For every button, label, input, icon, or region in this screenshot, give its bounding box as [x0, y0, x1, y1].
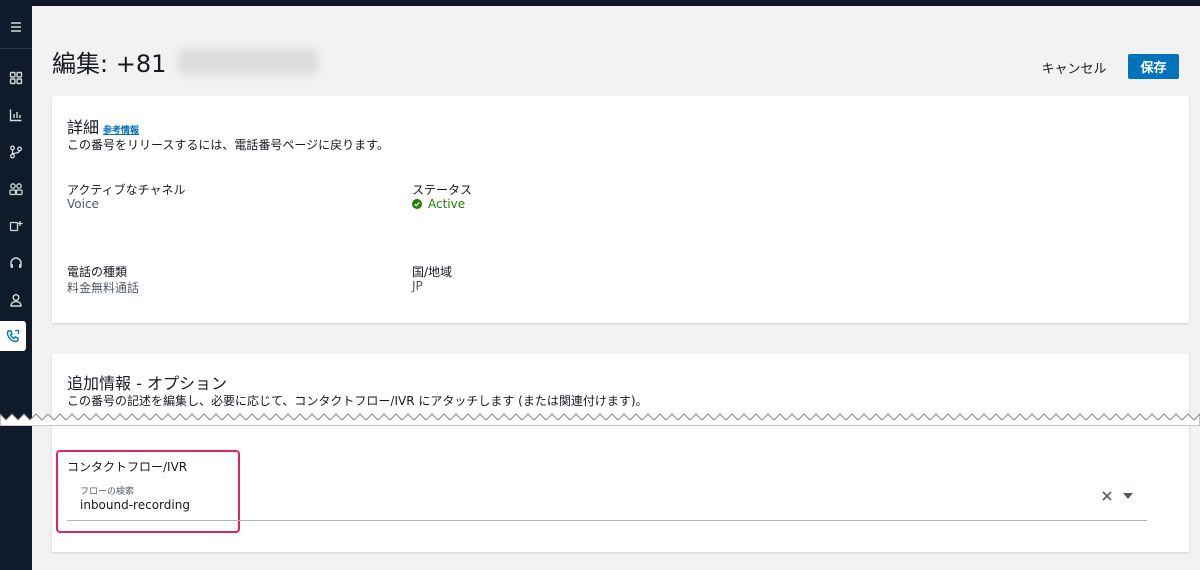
- flow-search-label: フローの検索: [80, 487, 135, 497]
- headset-icon[interactable]: [0, 248, 32, 278]
- channels-icon[interactable]: [0, 211, 32, 241]
- country-label: 国/地域: [412, 265, 453, 279]
- status-label: ステータス: [412, 183, 473, 197]
- page-title: 編集: +81: [52, 44, 319, 79]
- sidebar-divider: [0, 48, 32, 49]
- type-label: 電話の種類: [67, 265, 128, 279]
- type-value: 料金無料通話: [67, 281, 140, 295]
- channel-value: Voice: [67, 197, 99, 211]
- routing-icon[interactable]: [0, 137, 32, 167]
- details-description: この番号をリリースするには、電話番号ページに戻ります。: [67, 138, 389, 152]
- clear-icon[interactable]: [1100, 489, 1114, 503]
- phone-numbers-icon[interactable]: [0, 321, 26, 351]
- details-title: 詳細: [67, 118, 100, 137]
- dashboard-icon[interactable]: [0, 63, 32, 93]
- details-card: 詳細 参考情報 この番号をリリースするには、電話番号ページに戻ります。 アクティブ…: [52, 96, 1189, 323]
- input-underline: [67, 520, 1147, 521]
- page-title-text: 編集: +81: [52, 50, 167, 78]
- dropdown-caret-icon[interactable]: [1121, 491, 1135, 501]
- flow-search-input[interactable]: inbound-recording: [80, 498, 190, 512]
- check-circle-icon: [412, 199, 422, 209]
- sidebar: [0, 0, 32, 570]
- country-value: JP: [412, 279, 423, 293]
- additional-title: 追加情報 - オプション: [67, 374, 227, 393]
- status-value: Active: [428, 197, 466, 211]
- additional-description: この番号の記述を編集し、必要に応じて、コンタクトフロー/IVR にアタッチします…: [67, 394, 648, 408]
- redacted-number: [178, 48, 319, 75]
- users-icon[interactable]: [0, 174, 32, 204]
- info-link[interactable]: 参考情報: [103, 126, 139, 136]
- status-badge: Active: [412, 197, 465, 211]
- user-icon[interactable]: [0, 285, 32, 315]
- cancel-button[interactable]: キャンセル: [1034, 54, 1114, 80]
- menu-icon[interactable]: [0, 12, 32, 42]
- details-heading: 詳細 参考情報: [67, 114, 139, 138]
- top-bar: [0, 0, 1200, 6]
- flow-label: コンタクトフロー/IVR: [67, 460, 188, 474]
- channel-label: アクティブなチャネル: [67, 183, 186, 197]
- save-button[interactable]: 保存: [1128, 54, 1179, 79]
- torn-edge-divider: [0, 413, 1200, 426]
- analytics-icon[interactable]: [0, 100, 32, 130]
